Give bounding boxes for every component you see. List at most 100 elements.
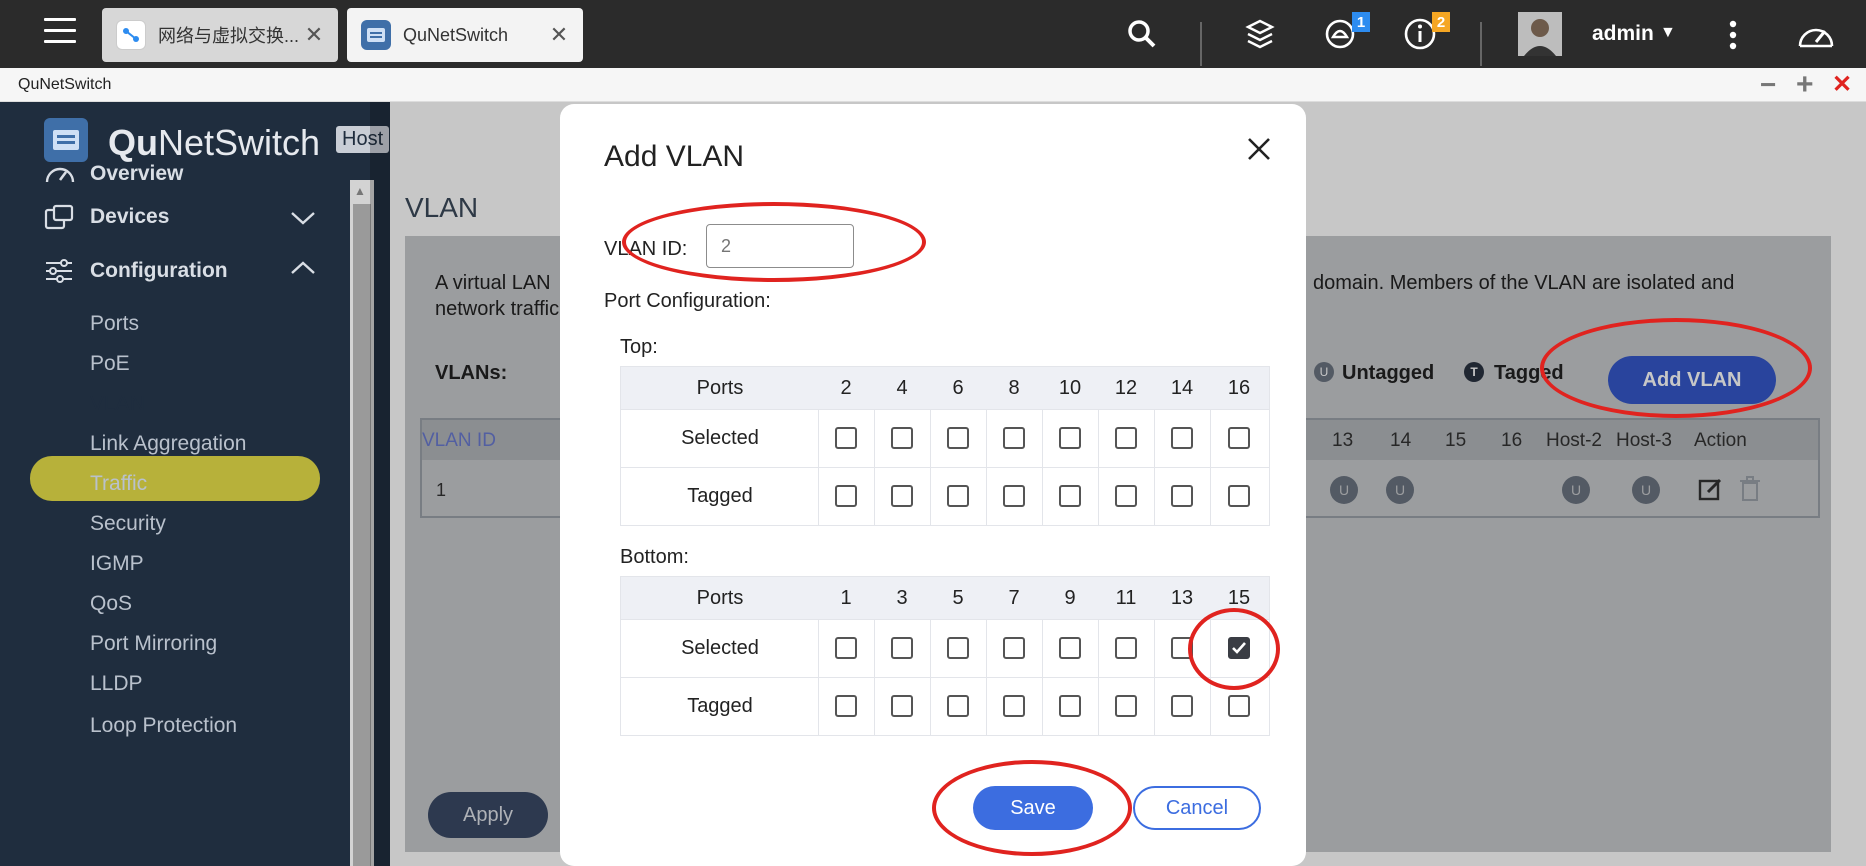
stack-icon[interactable] — [1240, 14, 1280, 54]
checkbox-bottom-tagged-7[interactable] — [1003, 695, 1025, 717]
checkbox-top-tagged-8[interactable] — [1003, 485, 1025, 507]
checkbox-top-tagged-2[interactable] — [835, 485, 857, 507]
sidebar-item-overview[interactable]: Overview — [44, 162, 183, 186]
sidebar-item-vlan[interactable]: VLAN — [90, 392, 145, 416]
checkbox-top-selected-12[interactable] — [1115, 427, 1137, 449]
tab-qunetswitch[interactable]: QuNetSwitch ✕ — [347, 8, 583, 62]
sidebar-item-loop-protection[interactable]: Loop Protection — [90, 714, 237, 738]
port-header-5: 5 — [952, 587, 964, 609]
devices-icon — [44, 204, 74, 230]
cancel-button[interactable]: Cancel — [1133, 786, 1261, 830]
checkbox-top-tagged-12[interactable] — [1115, 485, 1137, 507]
bottom-ports-table: Ports 1 3 5 7 9 11 13 15 Selected Tagged — [620, 576, 1270, 736]
chevron-up-icon[interactable] — [290, 260, 316, 281]
sidebar-item-lldp[interactable]: LLDP — [90, 672, 143, 696]
checkbox-top-selected-8[interactable] — [1003, 427, 1025, 449]
qunetswitch-logo-icon — [44, 118, 88, 162]
tagged-row-label: Tagged — [687, 485, 753, 507]
port-header-8: 8 — [1008, 377, 1020, 399]
notifications-icon[interactable]: 1 — [1320, 12, 1370, 54]
notification-badge: 1 — [1352, 12, 1370, 32]
annotation-circle — [622, 202, 926, 282]
ports-header: Ports — [696, 587, 744, 609]
close-icon[interactable]: ✕ — [549, 22, 569, 48]
divider — [1200, 22, 1202, 66]
network-switch-app-icon — [116, 20, 146, 50]
checkbox-bottom-selected-9[interactable] — [1059, 637, 1081, 659]
port-header-11: 11 — [1115, 587, 1137, 609]
more-options-icon[interactable] — [1728, 18, 1738, 52]
add-vlan-dialog: Add VLAN VLAN ID: Port Configuration: To… — [560, 104, 1306, 866]
close-icon[interactable] — [1244, 134, 1274, 164]
sidebar-active-highlight — [30, 456, 320, 501]
checkbox-bottom-tagged-1[interactable] — [835, 695, 857, 717]
chevron-down-icon[interactable] — [290, 206, 316, 232]
top-ports-table: Ports 2 4 6 8 10 12 14 16 Selected Tagge… — [620, 366, 1270, 526]
brand-name: QuNetSwitch — [108, 122, 321, 163]
annotation-circle — [1188, 608, 1280, 690]
scrollbar-thumb[interactable] — [353, 204, 371, 866]
checkbox-bottom-tagged-13[interactable] — [1171, 695, 1193, 717]
sidebar-item-traffic[interactable]: Traffic — [90, 472, 147, 496]
checkbox-top-tagged-10[interactable] — [1059, 485, 1081, 507]
close-icon[interactable]: ✕ — [304, 22, 324, 48]
tab-label: 网络与虚拟交换... — [158, 26, 300, 46]
checkbox-bottom-selected-3[interactable] — [891, 637, 913, 659]
sidebar-item-configuration[interactable]: Configuration — [44, 258, 228, 284]
divider — [1480, 22, 1482, 66]
sidebar-item-port-mirroring[interactable]: Port Mirroring — [90, 632, 217, 656]
scroll-up-icon[interactable]: ▲ — [354, 184, 366, 198]
checkbox-bottom-selected-11[interactable] — [1115, 637, 1137, 659]
gauge-icon — [45, 167, 75, 183]
checkbox-bottom-tagged-3[interactable] — [891, 695, 913, 717]
checkbox-top-tagged-16[interactable] — [1228, 485, 1250, 507]
sliders-icon — [46, 259, 72, 283]
checkbox-top-selected-10[interactable] — [1059, 427, 1081, 449]
sidebar-item-qos[interactable]: QoS — [90, 592, 132, 616]
tab-label: QuNetSwitch — [403, 24, 509, 45]
checkbox-top-selected-4[interactable] — [891, 427, 913, 449]
port-header-4: 4 — [896, 377, 908, 399]
maximize-icon[interactable]: + — [1796, 68, 1814, 102]
checkbox-bottom-selected-1[interactable] — [835, 637, 857, 659]
selected-row-label: Selected — [681, 637, 759, 659]
avatar[interactable] — [1518, 12, 1562, 56]
checkbox-top-selected-16[interactable] — [1228, 427, 1250, 449]
checkbox-bottom-selected-7[interactable] — [1003, 637, 1025, 659]
port-header-16: 16 — [1227, 377, 1251, 399]
chevron-down-icon[interactable]: ▼ — [1660, 24, 1676, 42]
checkbox-bottom-tagged-5[interactable] — [947, 695, 969, 717]
port-header-6: 6 — [952, 377, 964, 399]
port-header-7: 7 — [1008, 587, 1020, 609]
checkbox-bottom-tagged-9[interactable] — [1059, 695, 1081, 717]
checkbox-top-selected-14[interactable] — [1171, 427, 1193, 449]
info-icon[interactable]: 2 — [1400, 12, 1450, 54]
tagged-row-label: Tagged — [687, 695, 753, 717]
port-header-2: 2 — [840, 377, 852, 399]
checkbox-bottom-tagged-11[interactable] — [1115, 695, 1137, 717]
window-title-bar: QuNetSwitch − + ✕ — [0, 68, 1866, 102]
checkbox-top-tagged-14[interactable] — [1171, 485, 1193, 507]
port-header-1: 1 — [840, 587, 852, 609]
port-header-10: 10 — [1058, 377, 1082, 399]
sidebar-item-igmp[interactable]: IGMP — [90, 552, 144, 576]
checkbox-bottom-selected-5[interactable] — [947, 637, 969, 659]
checkbox-top-tagged-6[interactable] — [947, 485, 969, 507]
sidebar-item-ports[interactable]: Ports — [90, 312, 139, 336]
main-menu-icon[interactable] — [44, 14, 80, 50]
sidebar-item-poe[interactable]: PoE — [90, 352, 130, 376]
checkbox-bottom-tagged-15[interactable] — [1228, 695, 1250, 717]
search-icon[interactable] — [1122, 14, 1162, 54]
minimize-icon[interactable]: − — [1760, 69, 1776, 101]
user-name[interactable]: admin — [1592, 22, 1654, 46]
sidebar-item-link-aggregation[interactable]: Link Aggregation — [90, 432, 246, 456]
dashboard-gauge-icon[interactable] — [1796, 14, 1836, 54]
sidebar-item-security[interactable]: Security — [90, 512, 166, 536]
checkbox-top-selected-2[interactable] — [835, 427, 857, 449]
sidebar-item-devices[interactable]: Devices — [44, 204, 169, 230]
checkbox-top-tagged-4[interactable] — [891, 485, 913, 507]
port-header-14: 14 — [1170, 377, 1194, 399]
checkbox-top-selected-6[interactable] — [947, 427, 969, 449]
tab-network-virtual-switch[interactable]: 网络与虚拟交换... ✕ — [102, 8, 338, 62]
close-window-icon[interactable]: ✕ — [1832, 70, 1852, 99]
